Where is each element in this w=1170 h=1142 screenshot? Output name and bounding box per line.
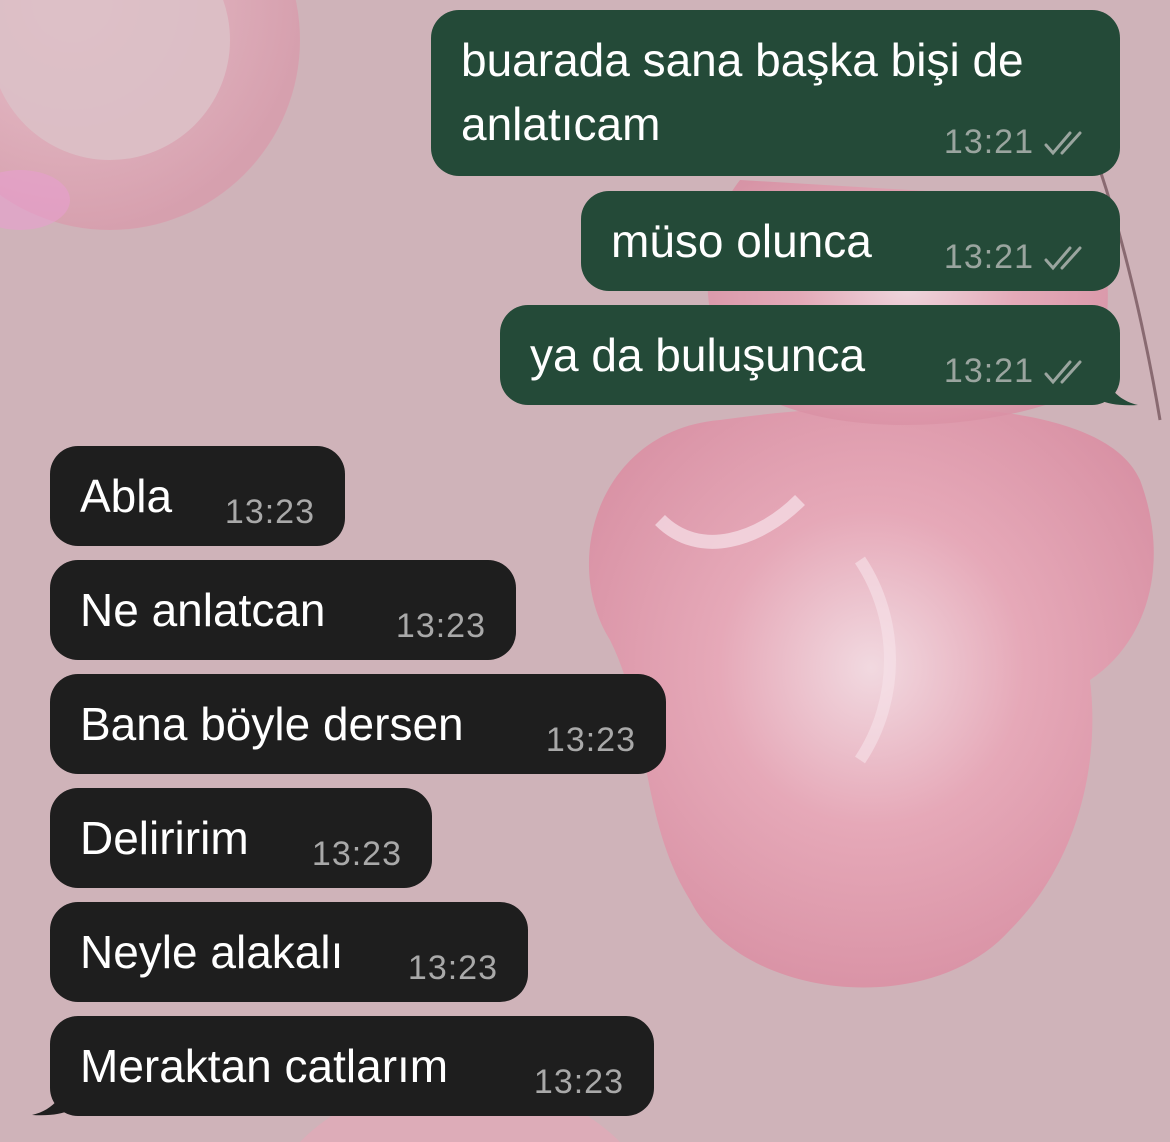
message-meta: 13:23 [396,607,486,646]
incoming-message[interactable]: Ne anlatcan 13:23 [50,560,516,660]
message-time: 13:23 [533,1063,624,1101]
incoming-message[interactable]: Abla 13:23 [50,446,345,546]
message-text: Abla [80,470,173,522]
message-time: 13:21 [943,238,1034,276]
message-time: 13:23 [545,721,636,759]
message-text: müso olunca [611,215,872,267]
message-text: buarada sana başka bişi de anlatıcam [461,34,1024,150]
message-text: Neyle alakalı [80,926,344,978]
message-meta: 13:23 [312,835,402,874]
outgoing-message[interactable]: buarada sana başka bişi de anlatıcam 13:… [431,10,1120,176]
outgoing-message[interactable]: müso olunca 13:21 [581,191,1120,291]
message-text: Deliririm [80,812,249,864]
incoming-message[interactable]: Bana böyle dersen 13:23 [50,674,666,774]
bubble-tail [32,1070,70,1116]
double-check-icon [1044,246,1082,270]
message-list: buarada sana başka bişi de anlatıcam 13:… [0,0,1170,1142]
message-time: 13:23 [224,493,315,531]
message-meta: 13:23 [534,1063,624,1102]
message-time: 13:23 [407,949,498,987]
message-meta: 13:23 [408,949,498,988]
message-meta: 13:21 [944,238,1090,277]
outgoing-message[interactable]: ya da buluşunca 13:21 [500,305,1120,405]
incoming-message[interactable]: Deliririm 13:23 [50,788,432,888]
double-check-icon [1044,131,1082,155]
message-text: Bana böyle dersen [80,698,464,750]
bubble-tail [1100,360,1138,406]
incoming-message[interactable]: Meraktan catlarım 13:23 [50,1016,654,1116]
message-time: 13:21 [943,123,1034,161]
message-meta: 13:21 [944,352,1090,391]
incoming-message[interactable]: Neyle alakalı 13:23 [50,902,528,1002]
message-text: Meraktan catlarım [80,1040,449,1092]
message-time: 13:23 [311,835,402,873]
message-time: 13:23 [395,607,486,645]
message-time: 13:21 [943,352,1034,390]
message-meta: 13:21 [944,123,1090,162]
message-meta: 13:23 [225,493,315,532]
message-text: Ne anlatcan [80,584,326,636]
message-meta: 13:23 [546,721,636,760]
message-text: ya da buluşunca [530,329,866,381]
double-check-icon [1044,360,1082,384]
